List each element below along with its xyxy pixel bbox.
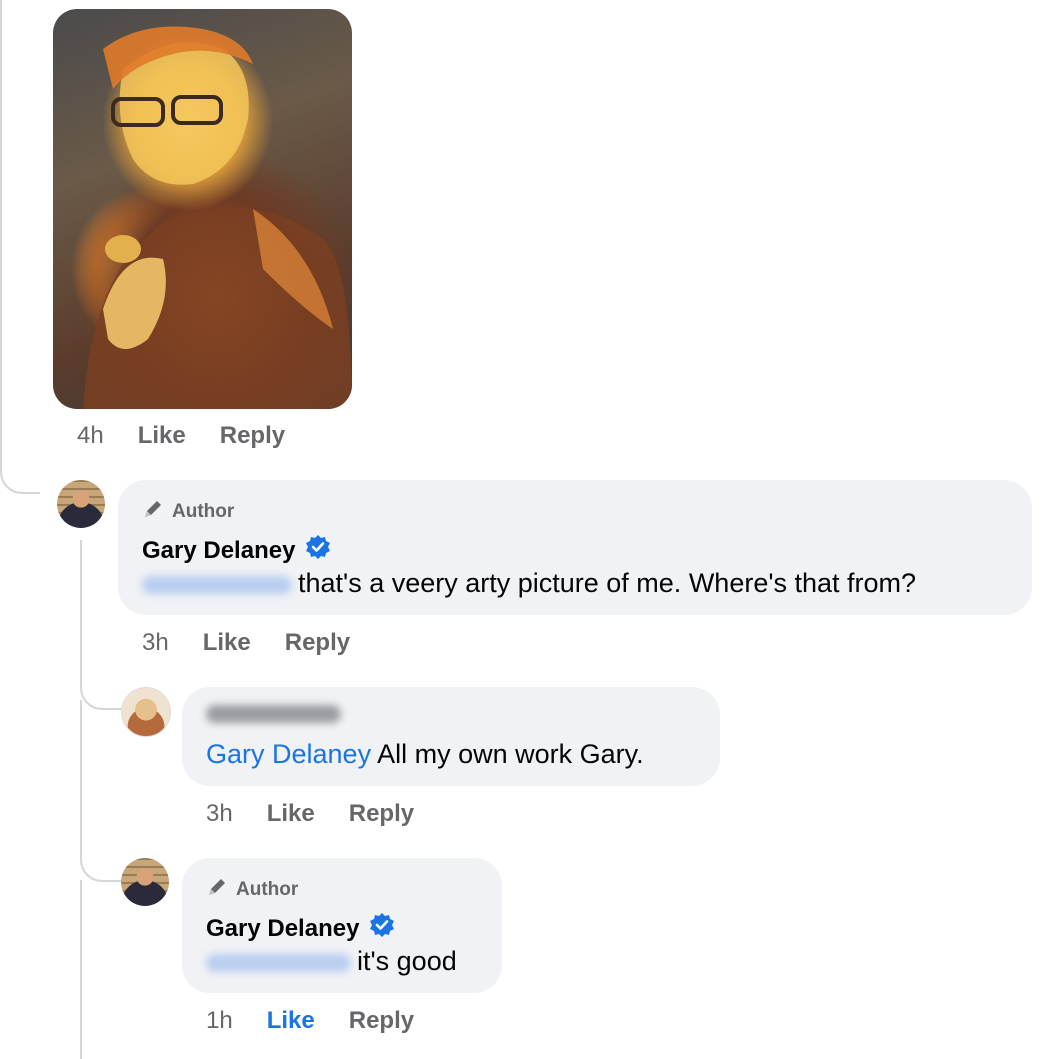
thread-connector <box>80 880 82 1059</box>
comment-body: that's a veery arty picture of me. Where… <box>298 568 917 598</box>
commenter-name[interactable]: Gary Delaney <box>206 912 395 945</box>
like-button[interactable]: Like <box>267 1007 315 1034</box>
commenter-name[interactable] <box>206 705 347 723</box>
comment-text: it's good <box>206 946 457 977</box>
comment-meta: 3h Like Reply <box>206 800 414 828</box>
comment-text: Gary Delaney All my own work Gary. <box>206 739 644 770</box>
mention-link[interactable] <box>142 575 292 594</box>
author-badge-label: Author <box>172 501 235 522</box>
comment-time[interactable]: 3h <box>142 629 169 656</box>
reply-button[interactable]: Reply <box>285 629 350 656</box>
reply-button[interactable]: Reply <box>349 800 414 827</box>
mention-link[interactable]: Gary Delaney <box>206 739 371 769</box>
avatar[interactable] <box>121 687 171 737</box>
comment-text: that's a veery arty picture of me. Where… <box>142 568 916 599</box>
verified-badge-icon <box>369 912 395 945</box>
commenter-name-text[interactable]: Gary Delaney <box>206 915 359 943</box>
comment-meta: 4h Like Reply <box>77 422 285 450</box>
commenter-name-text[interactable] <box>206 705 341 723</box>
pencil-icon <box>142 498 164 526</box>
author-badge: Author <box>142 498 234 526</box>
comment-bubble: Author Gary Delaney it's good <box>182 858 502 993</box>
comment-meta: 3h Like Reply <box>142 629 350 657</box>
commenter-name[interactable]: Gary Delaney <box>142 534 331 567</box>
comment-body: All my own work Gary. <box>371 739 644 769</box>
comment-bubble: Gary Delaney All my own work Gary. <box>182 687 720 786</box>
verified-badge-icon <box>305 534 331 567</box>
thread-connector <box>80 700 122 882</box>
author-badge: Author <box>206 876 298 904</box>
comment-body: it's good <box>357 946 457 976</box>
reply-button[interactable]: Reply <box>349 1007 414 1034</box>
comment-time[interactable]: 4h <box>77 422 104 449</box>
thread-connector <box>0 0 40 494</box>
author-badge-label: Author <box>236 879 299 900</box>
comment-bubble: Author Gary Delaney that's a veery arty … <box>118 480 1032 615</box>
like-button[interactable]: Like <box>267 800 315 827</box>
comment-time[interactable]: 3h <box>206 800 233 827</box>
thread-connector <box>80 540 122 710</box>
avatar[interactable] <box>57 480 105 528</box>
like-button[interactable]: Like <box>203 629 251 656</box>
avatar[interactable] <box>121 858 169 906</box>
mention-link[interactable] <box>206 953 351 972</box>
pencil-icon <box>206 876 228 904</box>
like-button[interactable]: Like <box>138 422 186 449</box>
comment-meta: 1h Like Reply <box>206 1007 414 1035</box>
comment-photo[interactable] <box>53 9 352 409</box>
reply-button[interactable]: Reply <box>220 422 285 449</box>
comment-time[interactable]: 1h <box>206 1007 233 1034</box>
commenter-name-text[interactable]: Gary Delaney <box>142 537 295 565</box>
